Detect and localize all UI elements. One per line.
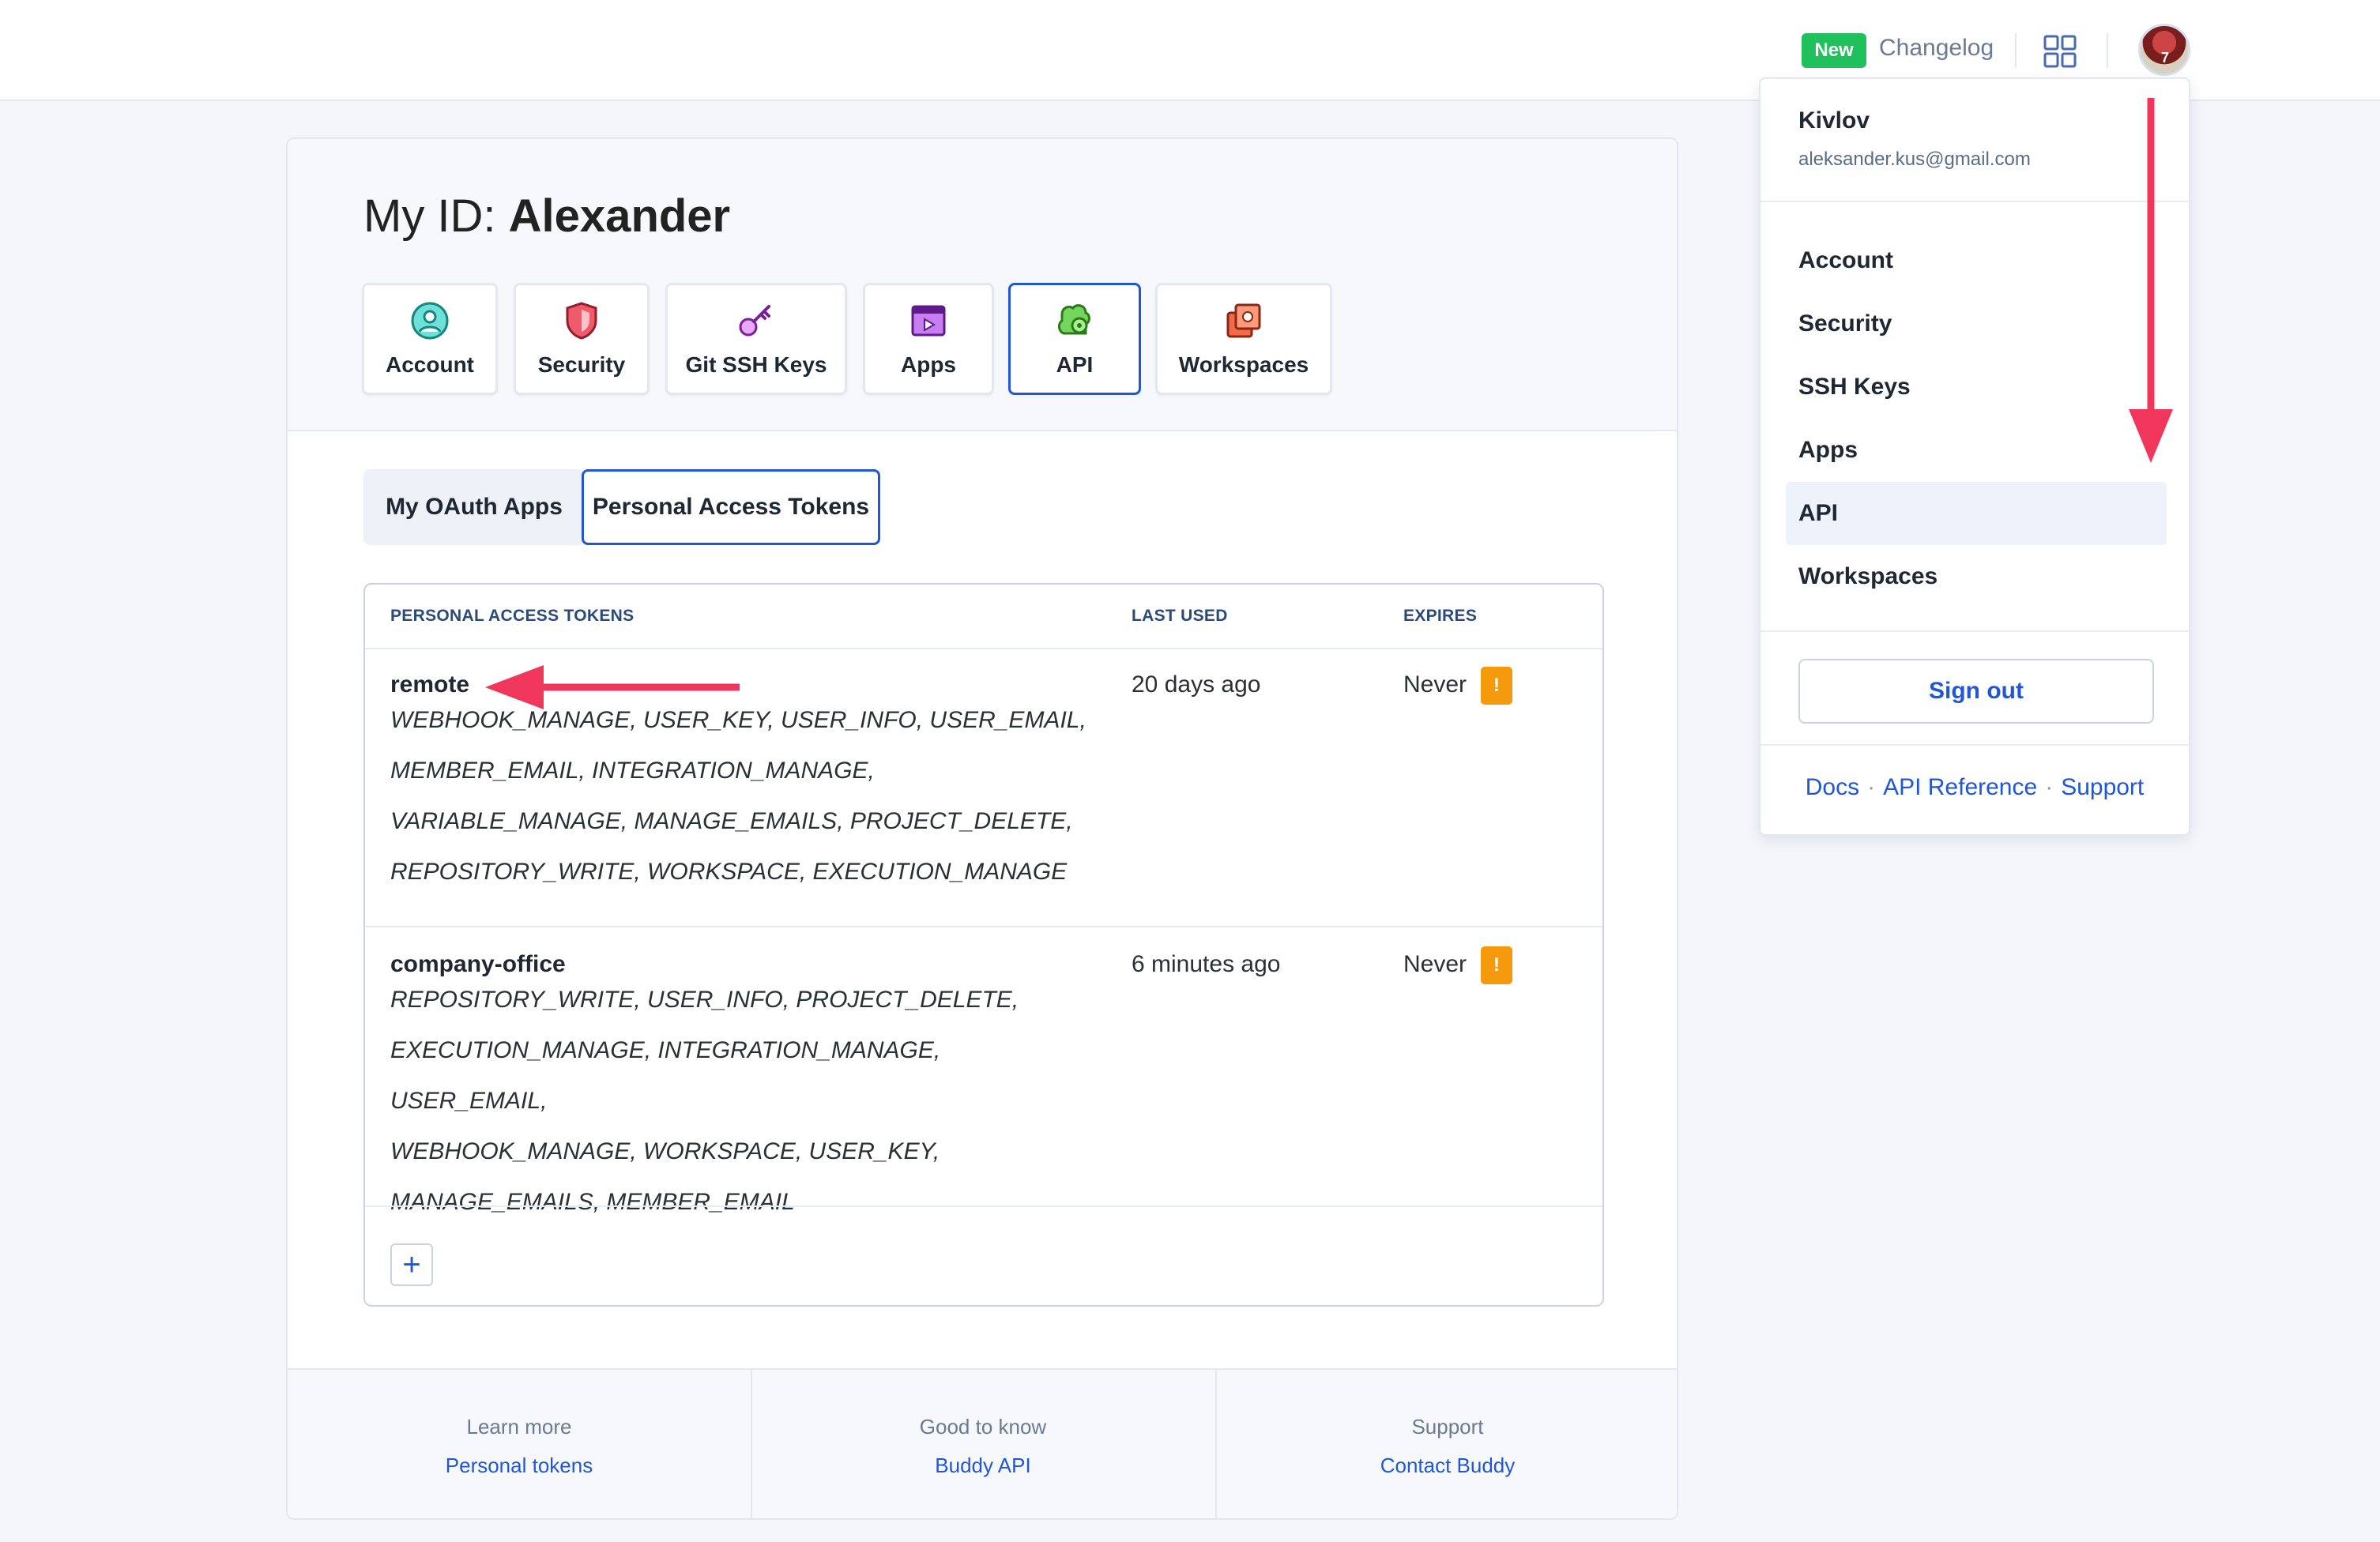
annotation-arrow-down-icon bbox=[2129, 98, 2173, 463]
sign-out-button[interactable]: Sign out bbox=[1798, 659, 2154, 724]
menu-item-ssh-keys[interactable]: SSH Keys bbox=[1786, 355, 2167, 419]
subtab-personal-access-tokens[interactable]: Personal Access Tokens bbox=[582, 469, 880, 545]
title-name: Alexander bbox=[508, 190, 731, 242]
tab-label: Git SSH Keys bbox=[685, 352, 827, 377]
tab-label: Workspaces bbox=[1178, 352, 1309, 377]
token-scopes: REPOSITORY_WRITE, USER_INFO, PROJECT_DEL… bbox=[390, 975, 1102, 1228]
account-icon bbox=[411, 302, 449, 340]
shield-icon bbox=[566, 302, 597, 340]
menu-item-account[interactable]: Account bbox=[1786, 229, 2167, 292]
menu-footer-links: Docs · API Reference · Support bbox=[1761, 774, 2189, 801]
apps-grid-icon[interactable] bbox=[2043, 35, 2077, 68]
menu-item-apps[interactable]: Apps bbox=[1786, 419, 2167, 482]
scope-line: WEBHOOK_MANAGE, WORKSPACE, USER_KEY, bbox=[390, 1138, 940, 1164]
warning-badge[interactable]: ! bbox=[1481, 667, 1512, 705]
footer-link-personal-tokens[interactable]: Personal tokens bbox=[446, 1454, 593, 1478]
apps-icon bbox=[911, 305, 946, 337]
footer-learn-more: Learn more Personal tokens bbox=[288, 1370, 751, 1518]
menu-item-api[interactable]: API bbox=[1786, 482, 2167, 545]
menu-username: Kivlov bbox=[1798, 107, 1870, 134]
link-separator: · bbox=[2045, 774, 2054, 800]
menu-email: aleksander.kus@gmail.com bbox=[1798, 149, 2031, 170]
footer-caption: Good to know bbox=[919, 1415, 1047, 1439]
page-title: My ID: Alexander bbox=[363, 190, 730, 243]
token-name[interactable]: company-office bbox=[390, 951, 566, 978]
scope-line: REPOSITORY_WRITE, WORKSPACE, EXECUTION_M… bbox=[390, 859, 1068, 885]
row-divider bbox=[365, 648, 1602, 649]
user-menu-dropdown: Kivlov aleksander.kus@gmail.com Account … bbox=[1759, 77, 2190, 836]
row-divider bbox=[365, 926, 1602, 927]
tab-label: Apps bbox=[901, 352, 956, 377]
column-header-expires: EXPIRES bbox=[1403, 607, 1478, 625]
footer-link-contact-buddy[interactable]: Contact Buddy bbox=[1380, 1454, 1516, 1478]
title-prefix: My ID: bbox=[363, 190, 509, 242]
tab-label: Security bbox=[537, 352, 626, 377]
card-footer: Learn more Personal tokens Good to know … bbox=[288, 1368, 1677, 1518]
link-separator: · bbox=[1867, 774, 1876, 800]
docs-link[interactable]: Docs bbox=[1806, 774, 1859, 800]
token-expires: Never bbox=[1403, 671, 1467, 698]
tab-security[interactable]: Security bbox=[514, 283, 650, 395]
footer-caption: Learn more bbox=[466, 1415, 572, 1439]
support-link[interactable]: Support bbox=[2061, 774, 2144, 800]
token-scopes: WEBHOOK_MANAGE, USER_KEY, USER_INFO, USE… bbox=[390, 695, 1102, 897]
tab-workspaces[interactable]: Workspaces bbox=[1155, 283, 1332, 395]
subtab-oauth-apps[interactable]: My OAuth Apps bbox=[363, 469, 585, 545]
workspaces-icon bbox=[1226, 303, 1261, 338]
row-divider bbox=[365, 1205, 1602, 1207]
profile-card: My ID: Alexander Account Security Git SS… bbox=[286, 137, 1678, 1520]
menu-item-workspaces[interactable]: Workspaces bbox=[1786, 545, 2167, 608]
tab-label: API bbox=[1056, 352, 1094, 377]
menu-divider bbox=[1761, 630, 2189, 632]
column-header-last-used: LAST USED bbox=[1132, 607, 1228, 625]
key-icon bbox=[739, 305, 770, 337]
footer-support: Support Contact Buddy bbox=[1215, 1370, 1677, 1518]
new-badge: New bbox=[1802, 33, 1866, 68]
scope-line: REPOSITORY_WRITE, USER_INFO, PROJECT_DEL… bbox=[390, 987, 1019, 1013]
token-last-used: 20 days ago bbox=[1132, 671, 1261, 698]
tab-label: Account bbox=[386, 352, 474, 377]
annotation-arrow-left-icon bbox=[485, 665, 740, 709]
menu-divider bbox=[1761, 201, 2189, 202]
tab-apps[interactable]: Apps bbox=[863, 283, 994, 395]
add-token-button[interactable]: + bbox=[390, 1243, 433, 1286]
topbar-divider bbox=[2107, 33, 2108, 68]
footer-caption: Support bbox=[1411, 1415, 1484, 1439]
token-expires: Never bbox=[1403, 951, 1467, 977]
token-last-used: 6 minutes ago bbox=[1132, 951, 1281, 977]
scope-line: MANAGE_EMAILS, MEMBER_EMAIL bbox=[390, 1189, 795, 1215]
warning-badge[interactable]: ! bbox=[1481, 946, 1512, 984]
token-name[interactable]: remote bbox=[390, 671, 469, 698]
tab-account[interactable]: Account bbox=[362, 283, 498, 395]
topbar-divider bbox=[2015, 33, 2017, 68]
card-header: My ID: Alexander Account Security Git SS… bbox=[288, 139, 1677, 431]
menu-divider bbox=[1761, 744, 2189, 746]
column-header-tokens: PERSONAL ACCESS TOKENS bbox=[390, 607, 635, 625]
scope-line: EXECUTION_MANAGE, INTEGRATION_MANAGE, US… bbox=[390, 1037, 941, 1114]
api-reference-link[interactable]: API Reference bbox=[1883, 774, 2037, 800]
footer-good-to-know: Good to know Buddy API bbox=[751, 1370, 1214, 1518]
footer-link-buddy-api[interactable]: Buddy API bbox=[935, 1454, 1030, 1478]
avatar[interactable]: 7 bbox=[2138, 24, 2190, 76]
changelog-link[interactable]: Changelog bbox=[1879, 35, 1994, 62]
menu-item-security[interactable]: Security bbox=[1786, 292, 2167, 355]
scope-line: MEMBER_EMAIL, INTEGRATION_MANAGE, bbox=[390, 758, 875, 784]
avatar-number: 7 bbox=[2161, 50, 2170, 66]
api-gear-icon bbox=[1057, 304, 1090, 335]
tab-api[interactable]: API bbox=[1008, 283, 1141, 395]
scope-line: VARIABLE_MANAGE, MANAGE_EMAILS, PROJECT_… bbox=[390, 808, 1073, 834]
tab-git-ssh-keys[interactable]: Git SSH Keys bbox=[665, 283, 847, 395]
